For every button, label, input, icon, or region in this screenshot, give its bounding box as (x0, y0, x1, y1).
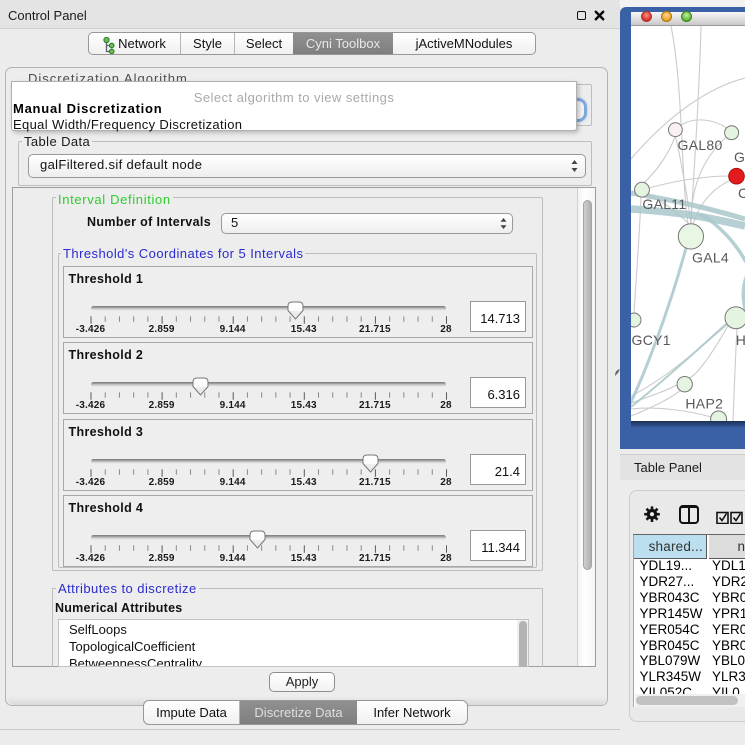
svg-text:GAL80: GAL80 (678, 137, 723, 153)
svg-text:GAL4: GAL4 (692, 250, 729, 266)
svg-text:H: H (736, 332, 745, 348)
svg-text:GCY1: GCY1 (632, 332, 671, 348)
svg-text:GA: GA (734, 149, 745, 165)
svg-text:HAP2: HAP2 (685, 396, 723, 412)
svg-text:GAL11: GAL11 (642, 196, 686, 212)
svg-text:C: C (738, 185, 745, 201)
